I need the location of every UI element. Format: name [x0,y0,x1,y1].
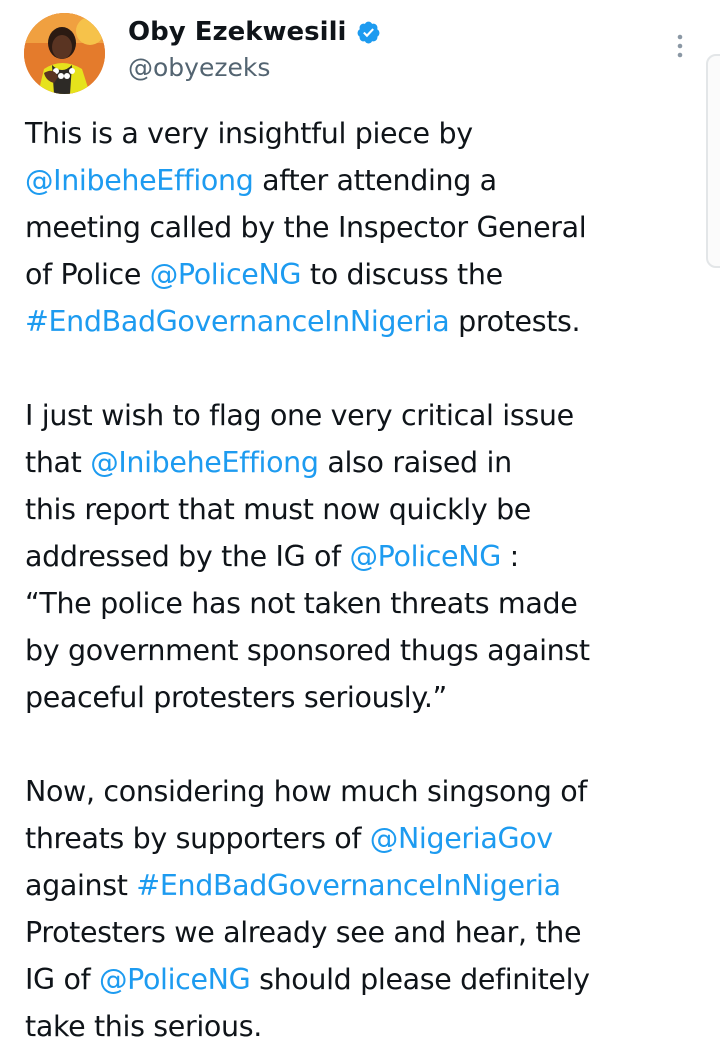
mention-link[interactable]: @PoliceNG [350,540,502,573]
author-handle[interactable]: @obyezeks [128,52,270,84]
tweet-text-segment: to discuss the [309,258,503,291]
mention-link[interactable]: @PoliceNG [99,963,251,996]
author-display-name[interactable]: Oby Ezekwesili [128,16,346,48]
mention-link[interactable]: @InibeheEffiong [25,164,254,197]
tweet-text-segment: This is a very insightful piece by [25,117,473,150]
verified-badge-icon [357,21,380,44]
mention-link[interactable]: @InibeheEffiong [90,446,319,479]
mention-link[interactable]: @PoliceNG [150,258,302,291]
mention-link[interactable]: @NigeriaGov [370,822,553,855]
more-options-vertical-icon[interactable] [668,30,692,62]
tweet-text: This is a very insightful piece by @Inib… [25,110,705,1050]
tweet-paragraph: Now, considering how much singsong of th… [25,768,705,1050]
author-avatar[interactable] [24,13,105,94]
tweet-paragraph: I just wish to flag one very critical is… [25,392,705,721]
scrollbar[interactable] [706,54,720,268]
tweet-text-segment: against [25,869,128,902]
hashtag-link[interactable]: #EndBadGovernanceInNigeria [25,305,450,338]
hashtag-link[interactable]: #EndBadGovernanceInNigeria [136,869,561,902]
tweet-text-segment: protests. [449,305,581,338]
tweet-paragraph: This is a very insightful piece by @Inib… [25,110,705,345]
avatar-photo [24,13,105,94]
